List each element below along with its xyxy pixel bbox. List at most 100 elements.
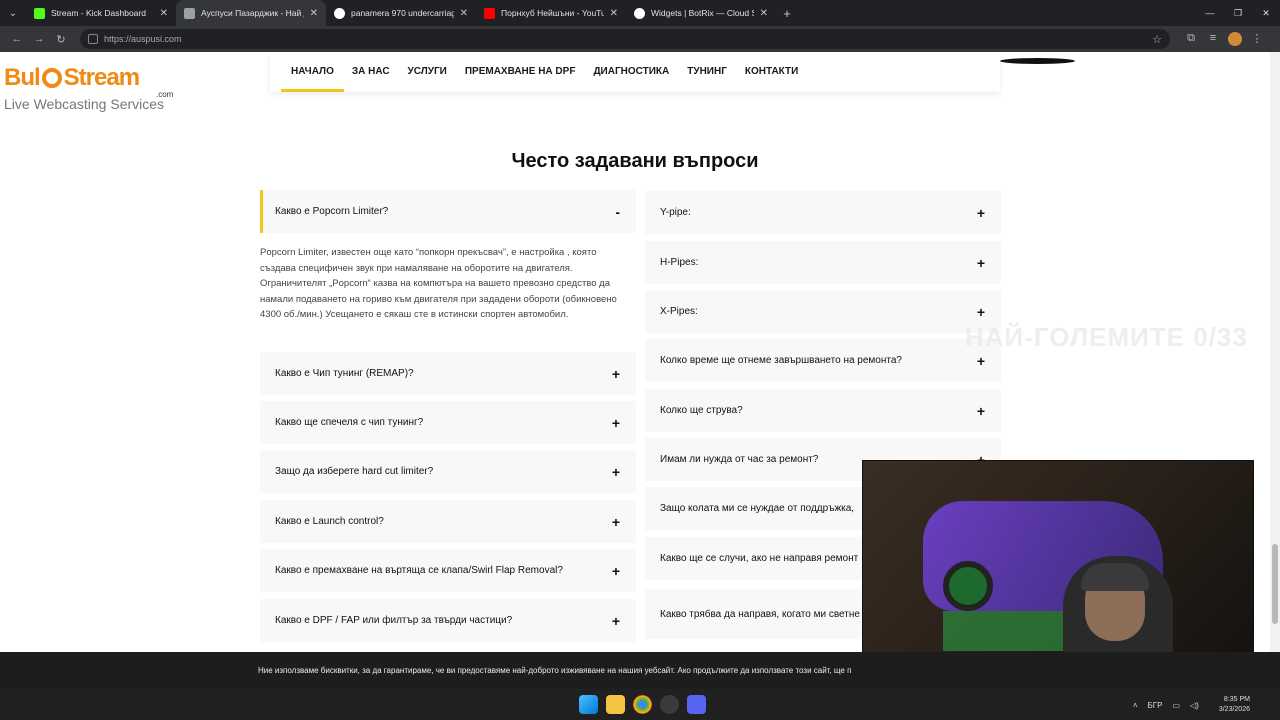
back-icon[interactable]: ← <box>6 33 28 45</box>
youtube-icon <box>484 7 495 19</box>
tab-title: Stream - Kick Dashboard <box>51 8 146 18</box>
cookie-banner: Ние използваме бисквитки, за да гарантир… <box>0 652 1280 689</box>
browser-toolbar: ← → ↻ https://auspusi.com ☆ ⧉ ≡ ⋮ <box>0 26 1280 52</box>
tab-title: Порнхуб Нейшъни - YouTube <box>501 8 604 18</box>
bookmark-star-icon[interactable]: ☆ <box>1152 33 1162 46</box>
toolbar-actions: ⧉ ≡ ⋮ <box>1180 32 1268 46</box>
nav-dpf-removal[interactable]: ПРЕМАХВАНЕ НА DPF <box>465 52 576 92</box>
faq-question: Какво е Launch control? <box>275 516 384 527</box>
google-icon <box>334 7 345 19</box>
tab-search-button[interactable]: ⌄ <box>0 0 26 26</box>
plus-icon: + <box>976 204 985 221</box>
network-icon[interactable]: ▭ <box>1172 701 1180 710</box>
plus-icon: + <box>611 463 620 480</box>
site-info-icon[interactable] <box>88 34 98 44</box>
maximize-icon[interactable]: ❐ <box>1224 0 1252 26</box>
nav-contacts[interactable]: КОНТАКТИ <box>745 52 798 92</box>
collapse-icon: - <box>615 203 620 220</box>
profile-avatar[interactable] <box>1228 32 1242 46</box>
nav-about[interactable]: ЗА НАС <box>352 52 390 92</box>
close-icon[interactable]: ✕ <box>610 8 618 19</box>
plus-icon: + <box>976 303 985 320</box>
faq-item[interactable]: Какво е Launch control? + <box>260 500 636 543</box>
browser-tab-kick[interactable]: Stream - Kick Dashboard ✕ <box>26 0 176 26</box>
file-explorer-icon[interactable] <box>606 695 625 714</box>
tab-title: Ауспуси Пазарджик - Най добрите <box>201 8 304 18</box>
volume-icon[interactable]: ◁) <box>1190 701 1199 710</box>
faq-question: Колко ще струва? <box>660 405 743 416</box>
faq-item[interactable]: Какво е премахване на въртяща се клапа/S… <box>260 549 636 592</box>
main-navigation: НАЧАЛО ЗА НАС УСЛУГИ ПРЕМАХВАНЕ НА DPF Д… <box>270 52 1000 92</box>
window-controls: — ❐ ✕ <box>1196 0 1280 26</box>
faq-item[interactable]: Какво ще спечеля с чип тунинг? + <box>260 401 636 444</box>
browser-tab-youtube[interactable]: Порнхуб Нейшъни - YouTube ✕ <box>476 0 626 26</box>
browser-tab-auspusi[interactable]: Ауспуси Пазарджик - Най добрите ✕ <box>176 0 326 26</box>
botrix-icon <box>634 7 645 19</box>
browser-tab-botrix[interactable]: Widgets | BotRix — Cloud Stream ✕ <box>626 0 776 26</box>
language-indicator[interactable]: БГР <box>1148 701 1163 710</box>
clock-date: 3/23/2026 <box>1218 706 1250 713</box>
chrome-icon[interactable] <box>633 695 652 714</box>
browser-tab-strip: ⌄ Stream - Kick Dashboard ✕ Ауспуси Паза… <box>0 0 1280 26</box>
plus-icon: + <box>611 414 620 431</box>
minimize-icon[interactable]: — <box>1196 0 1224 26</box>
reload-icon[interactable]: ↻ <box>50 33 72 46</box>
faq-question: Колко време ще отнеме завършването на ре… <box>660 355 902 366</box>
clock-time: 8:35 PM <box>1223 696 1250 703</box>
cookie-text: Ние използваме бисквитки, за да гарантир… <box>258 666 852 675</box>
stream-overlay-text: НАЙ-ГОЛЕМИТЕ 0/33 <box>965 322 1248 352</box>
close-icon[interactable]: ✕ <box>310 8 318 19</box>
faq-question: Какво е DPF / FAP или филтър за твърди ч… <box>275 615 513 626</box>
faq-question: Y-pipe: <box>660 207 691 218</box>
system-tray: ˄ БГР ▭ ◁) 8:35 PM 3/23/2026 <box>1123 695 1250 715</box>
discord-icon[interactable] <box>687 695 706 714</box>
faq-item[interactable]: X-Pipes: + <box>645 290 1001 333</box>
tab-title: Widgets | BotRix — Cloud Stream <box>651 8 754 18</box>
extensions-icon[interactable]: ⧉ <box>1180 32 1202 46</box>
webcam-overlay <box>862 460 1254 681</box>
close-icon[interactable]: ✕ <box>460 8 468 19</box>
faq-item[interactable]: Какво е DPF / FAP или филтър за твърди ч… <box>260 599 636 642</box>
taskbar-clock[interactable]: 8:35 PM 3/23/2026 <box>1209 695 1250 715</box>
faq-item[interactable]: H-Pipes: + <box>645 241 1001 284</box>
plus-icon: + <box>976 402 985 419</box>
close-icon[interactable]: ✕ <box>160 8 168 19</box>
media-controls-icon[interactable]: ≡ <box>1202 32 1224 46</box>
obs-icon[interactable] <box>660 695 679 714</box>
logo-tagline: Live Webcasting Services <box>4 96 165 112</box>
faq-question: H-Pipes: <box>660 257 699 268</box>
plus-icon: + <box>611 562 620 579</box>
faq-question: Какво ще спечеля с чип тунинг? <box>275 417 424 428</box>
forward-icon[interactable]: → <box>28 33 50 45</box>
tray-chevron-icon[interactable]: ˄ <box>1133 701 1138 710</box>
faq-question: Какво е премахване на въртяща се клапа/S… <box>275 565 563 576</box>
close-window-icon[interactable]: ✕ <box>1252 0 1280 26</box>
nav-home[interactable]: НАЧАЛО <box>281 52 344 92</box>
faq-item[interactable]: Колко ще струва? + <box>645 389 1001 432</box>
browser-tab-google[interactable]: panamera 970 undercarriage - ✕ <box>326 0 476 26</box>
nav-services[interactable]: УСЛУГИ <box>408 52 447 92</box>
new-tab-button[interactable]: + <box>776 0 798 26</box>
nav-diagnostics[interactable]: ДИАГНОСТИКА <box>593 52 669 92</box>
nav-tuning[interactable]: ТУНИНГ <box>687 52 727 92</box>
faq-question: Какво е Чип тунинг (REMAP)? <box>275 368 414 379</box>
scrollbar-thumb[interactable] <box>1272 544 1278 624</box>
faq-item[interactable]: Y-pipe: + <box>645 191 1001 234</box>
plus-icon: + <box>976 352 985 369</box>
kick-icon <box>34 7 45 19</box>
logo-brand: Bul Stream <box>4 64 140 91</box>
bulstream-logo: Bul Stream .com Live Webcasting Services <box>4 56 179 116</box>
faq-item[interactable]: Защо да изберете hard cut limiter? + <box>260 450 636 493</box>
tab-title: panamera 970 undercarriage - <box>351 8 454 18</box>
faq-item[interactable]: Колко време ще отнеме завършването на ре… <box>645 339 1001 382</box>
faq-question: Какво е Popcorn Limiter? <box>275 206 389 217</box>
plus-icon: + <box>976 254 985 271</box>
windows-start-icon[interactable] <box>579 695 598 714</box>
menu-icon[interactable]: ⋮ <box>1246 32 1268 46</box>
page-scrollbar[interactable] <box>1270 52 1280 692</box>
close-icon[interactable]: ✕ <box>760 8 768 19</box>
faq-item[interactable]: Какво е Чип тунинг (REMAP)? + <box>260 352 636 395</box>
taskbar-apps <box>575 695 710 714</box>
address-bar[interactable]: https://auspusi.com ☆ <box>80 29 1170 49</box>
faq-item-popcorn-limiter[interactable]: Какво е Popcorn Limiter? - <box>260 190 636 233</box>
